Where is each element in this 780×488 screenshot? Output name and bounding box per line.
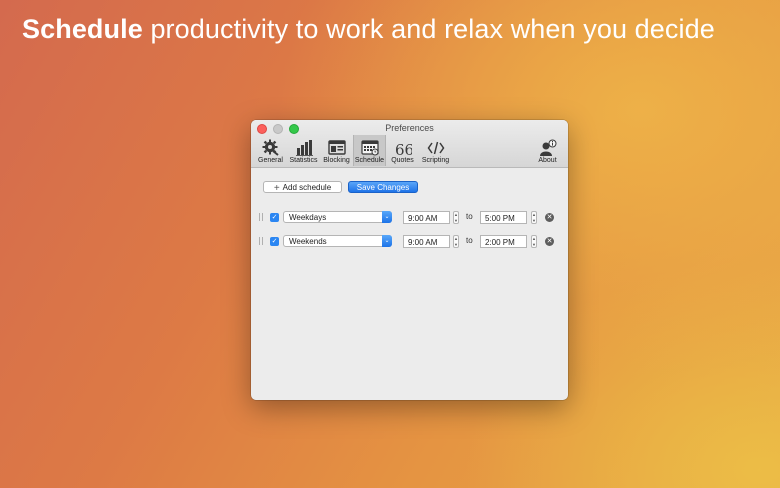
quote-icon: 66 (395, 141, 412, 156)
add-schedule-label: Add schedule (282, 183, 332, 192)
tab-statistics[interactable]: Statistics (287, 135, 320, 166)
end-time-stepper[interactable]: ▲ ▼ (531, 211, 537, 224)
schedule-enabled-checkbox[interactable]: ✓ (270, 237, 279, 246)
tab-blocking-label: Blocking (323, 157, 350, 164)
chevron-updown-icon: ⌄ (382, 235, 392, 247)
tab-about[interactable]: About (531, 135, 564, 166)
to-label: to (466, 236, 473, 245)
tab-general-label: General (258, 157, 283, 164)
browser-block-icon (327, 140, 346, 155)
calendar-icon (360, 140, 379, 156)
end-time-field[interactable]: 5:00 PM (480, 211, 527, 224)
schedule-row: ✓ Weekdays ⌄ 9:00 AM ▲ ▼ to 5:00 PM ▲ ▼ ✕ (259, 210, 559, 224)
person-info-icon (539, 139, 556, 156)
headline: Schedule productivity to work and relax … (22, 14, 715, 45)
code-icon (427, 141, 444, 155)
tab-schedule[interactable]: Schedule (353, 135, 386, 166)
preferences-toolbar: General Statistics Blocking Schedule 66 … (254, 135, 564, 166)
end-time-value: 5:00 PM (485, 214, 515, 223)
headline-bold: Schedule (22, 14, 143, 44)
days-select[interactable]: Weekends ⌄ (283, 235, 392, 247)
remove-schedule-button[interactable]: ✕ (545, 237, 554, 246)
end-time-value: 2:00 PM (485, 238, 515, 247)
headline-rest: productivity to work and relax when you … (142, 14, 715, 44)
schedule-enabled-checkbox[interactable]: ✓ (270, 213, 279, 222)
tab-quotes[interactable]: 66 Quotes (386, 135, 419, 166)
tab-blocking[interactable]: Blocking (320, 135, 353, 166)
add-schedule-button[interactable]: + Add schedule (263, 181, 342, 194)
tab-about-label: About (538, 157, 557, 164)
to-label: to (466, 212, 473, 221)
bar-chart-icon (295, 140, 313, 156)
drag-handle[interactable] (259, 213, 263, 221)
end-time-stepper[interactable]: ▲ ▼ (531, 235, 537, 248)
start-time-field[interactable]: 9:00 AM (403, 211, 450, 224)
days-select[interactable]: Weekdays ⌄ (283, 211, 392, 223)
tab-statistics-label: Statistics (289, 157, 318, 164)
chevron-updown-icon: ⌄ (382, 211, 392, 223)
preferences-window: Preferences General Statistics Blocking … (251, 120, 568, 400)
tab-quotes-label: Quotes (391, 157, 414, 164)
tab-scripting[interactable]: Scripting (419, 135, 452, 166)
save-changes-button[interactable]: Save Changes (348, 181, 418, 193)
tab-general[interactable]: General (254, 135, 287, 166)
start-time-value: 9:00 AM (408, 214, 438, 223)
remove-schedule-button[interactable]: ✕ (545, 213, 554, 222)
end-time-field[interactable]: 2:00 PM (480, 235, 527, 248)
tab-scripting-label: Scripting (421, 157, 450, 164)
gear-icon (262, 139, 279, 156)
start-time-value: 9:00 AM (408, 238, 438, 247)
titlebar: Preferences General Statistics Blocking … (251, 120, 568, 168)
window-title: Preferences (385, 123, 434, 133)
start-time-field[interactable]: 9:00 AM (403, 235, 450, 248)
tab-schedule-label: Schedule (354, 157, 385, 164)
plus-icon: + (273, 183, 280, 194)
days-select-value: Weekdays (289, 213, 327, 222)
start-time-stepper[interactable]: ▲ ▼ (453, 211, 459, 224)
svg-text:66: 66 (395, 141, 412, 156)
start-time-stepper[interactable]: ▲ ▼ (453, 235, 459, 248)
schedule-row: ✓ Weekends ⌄ 9:00 AM ▲ ▼ to 2:00 PM ▲ ▼ ✕ (259, 234, 559, 248)
drag-handle[interactable] (259, 237, 263, 245)
days-select-value: Weekends (289, 237, 327, 246)
